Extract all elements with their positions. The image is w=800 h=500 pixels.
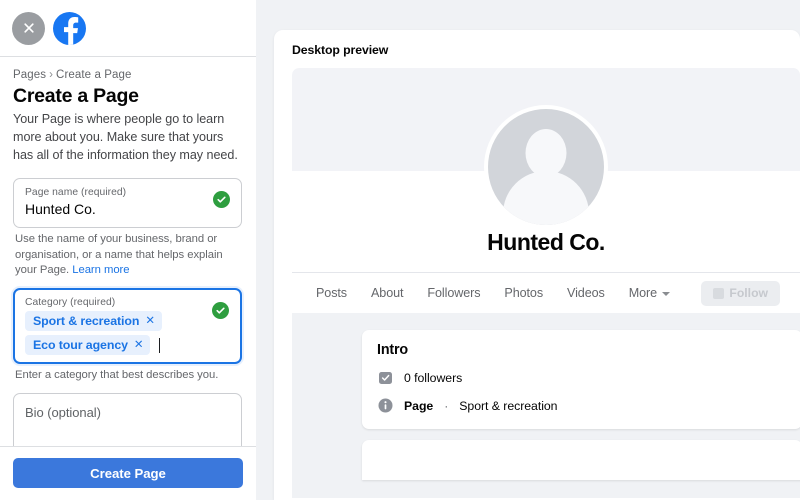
breadcrumb: Pages›Create a Page xyxy=(13,69,242,81)
list-item: 0 followers xyxy=(377,369,787,386)
chevron-down-icon xyxy=(662,292,670,296)
follow-button-label: Follow xyxy=(729,286,768,300)
followers-count-text: 0 followers xyxy=(404,371,462,385)
avatar-head xyxy=(526,129,567,177)
list-item: Sport & recreation ✕ xyxy=(25,311,200,331)
preview-title: Desktop preview xyxy=(274,30,800,68)
next-section-card xyxy=(362,440,800,480)
bio-field[interactable]: Bio (optional) xyxy=(13,393,242,446)
sidebar-content: Pages›Create a Page Create a Page Your P… xyxy=(0,57,256,446)
category-tag-label: Sport & recreation xyxy=(33,314,139,328)
page-name-label: Page name (required) xyxy=(25,187,201,199)
bio-input-placeholder[interactable]: Bio (optional) xyxy=(25,405,230,420)
intro-title: Intro xyxy=(377,342,787,358)
check-circle-icon xyxy=(213,191,230,208)
page-description: Your Page is where people go to learn mo… xyxy=(13,111,242,165)
tab-more[interactable]: More xyxy=(617,286,682,300)
check-circle-icon xyxy=(212,302,229,319)
category-tag-list: Sport & recreation ✕ Eco tour agency ✕ xyxy=(25,311,200,355)
close-x-icon[interactable]: ✕ xyxy=(145,316,155,328)
tab-about[interactable]: About xyxy=(359,286,415,300)
list-item: Eco tour agency ✕ xyxy=(25,335,200,355)
learn-more-link[interactable]: Learn more xyxy=(72,264,129,276)
create-page-button[interactable]: Create Page xyxy=(13,458,243,488)
tab-label: About xyxy=(371,286,403,300)
profile-tabs: Posts About Followers Photos Videos xyxy=(292,272,800,313)
sidebar-footer: Create Page xyxy=(0,446,256,500)
avatar-body xyxy=(503,171,589,225)
intro-separator: · xyxy=(444,399,448,413)
list-item: Page · Sport & recreation xyxy=(377,397,787,414)
info-circle-icon xyxy=(377,397,394,414)
create-page-screen: Pages›Create a Page Create a Page Your P… xyxy=(0,0,800,500)
tab-photos[interactable]: Photos xyxy=(492,286,555,300)
tab-followers[interactable]: Followers xyxy=(415,286,492,300)
category-helper: Enter a category that best describes you… xyxy=(15,368,242,384)
create-page-sidebar: Pages›Create a Page Create a Page Your P… xyxy=(0,0,256,500)
category-field[interactable]: Category (required) Sport & recreation ✕… xyxy=(13,288,242,364)
preview-area: Desktop preview Hunted Co. Posts xyxy=(256,0,800,500)
page-name-input[interactable]: Hunted Co. xyxy=(25,200,201,219)
tab-label: More xyxy=(629,286,657,300)
category-label: Category (required) xyxy=(25,297,200,309)
close-icon[interactable] xyxy=(12,12,45,45)
category-tag-label: Eco tour agency xyxy=(33,338,128,352)
default-avatar-icon xyxy=(488,109,604,225)
avatar[interactable] xyxy=(484,105,608,229)
follow-button[interactable]: Follow xyxy=(701,281,780,306)
followers-check-icon xyxy=(377,369,394,386)
page-type-label: Page xyxy=(404,399,433,413)
profile-name: Hunted Co. xyxy=(487,229,605,255)
follow-plus-icon xyxy=(713,288,724,299)
tab-label: Photos xyxy=(504,286,543,300)
page-name-field[interactable]: Page name (required) Hunted Co. xyxy=(13,178,242,228)
sidebar-topbar xyxy=(0,0,256,57)
page-body: Intro 0 followers xyxy=(292,313,800,498)
tab-posts[interactable]: Posts xyxy=(304,286,359,300)
close-x-icon[interactable]: ✕ xyxy=(134,340,144,352)
tab-label: Posts xyxy=(316,286,347,300)
tab-label: Followers xyxy=(427,286,480,300)
page-name-helper: Use the name of your business, brand or … xyxy=(15,232,242,279)
desktop-preview-card: Desktop preview Hunted Co. Posts xyxy=(274,30,800,500)
tab-videos[interactable]: Videos xyxy=(555,286,617,300)
tab-label: Videos xyxy=(567,286,605,300)
facebook-logo-icon[interactable] xyxy=(53,12,86,45)
breadcrumb-current: Create a Page xyxy=(56,69,131,81)
category-tag[interactable]: Sport & recreation ✕ xyxy=(25,311,162,331)
intro-card: Intro 0 followers xyxy=(362,330,800,429)
facebook-page-mock: Hunted Co. Posts About Followers Photos xyxy=(292,68,800,498)
breadcrumb-separator: › xyxy=(49,69,53,81)
breadcrumb-pages[interactable]: Pages xyxy=(13,69,46,81)
category-tag[interactable]: Eco tour agency ✕ xyxy=(25,335,150,355)
page-category-text: Sport & recreation xyxy=(459,399,557,413)
page-title: Create a Page xyxy=(13,84,242,108)
text-cursor-caret xyxy=(159,338,160,353)
